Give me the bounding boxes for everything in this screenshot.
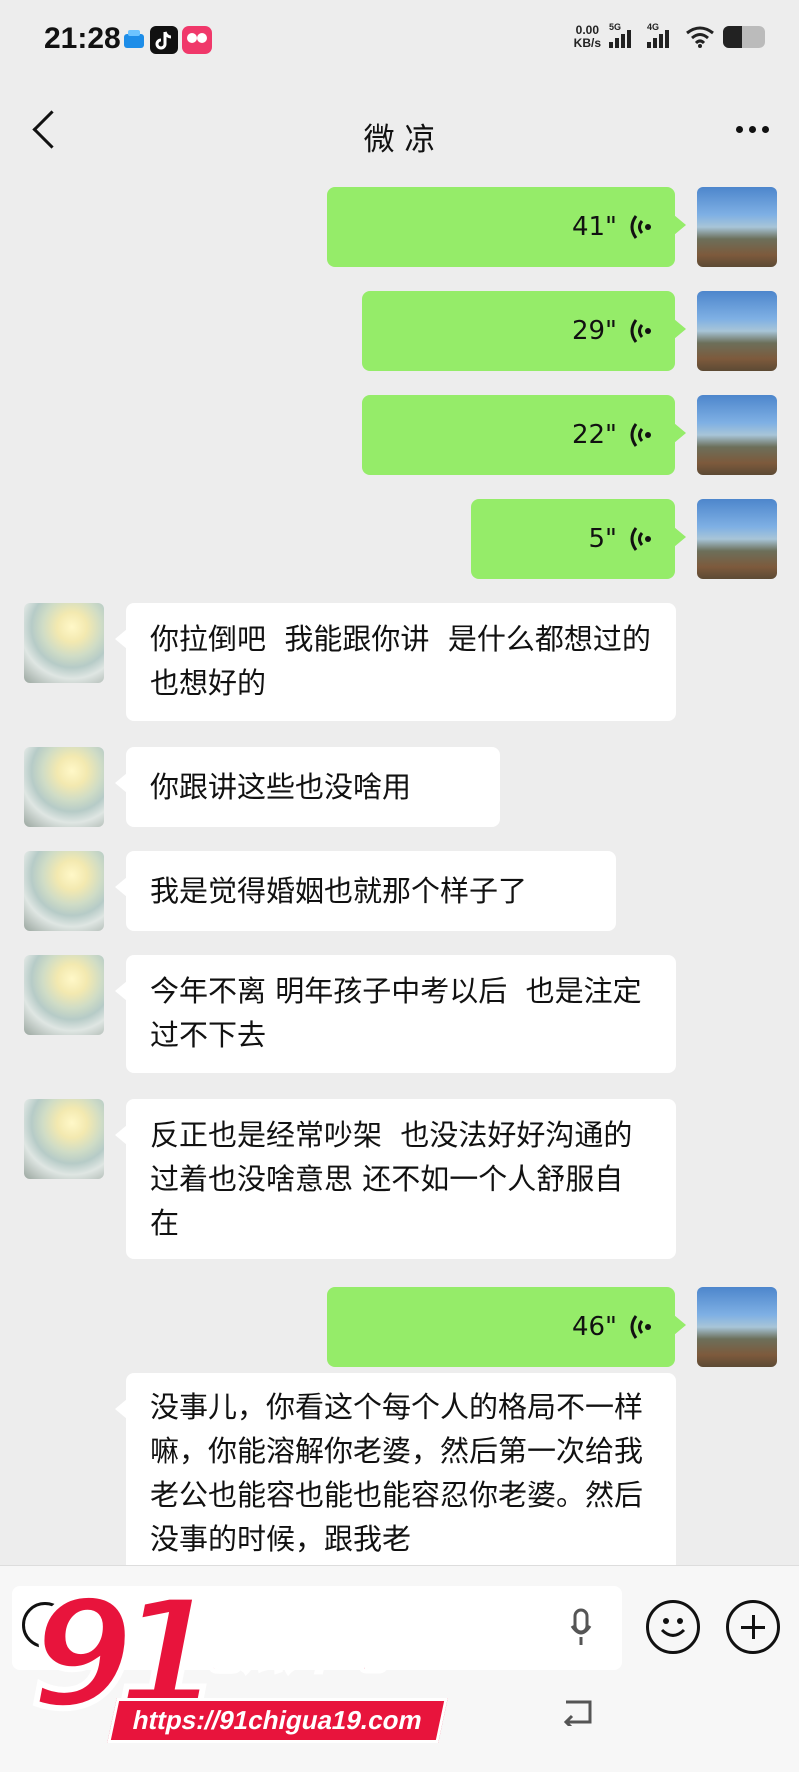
message-text: 你拉倒吧 我能跟你讲 是什么都想过的 也想好的 [150,622,670,700]
voice-bubble[interactable]: 29" [362,291,686,371]
watermark-url: https://91chigua19.com [107,1698,448,1743]
tiktok-icon [150,26,178,54]
voice-duration: 46" [571,1312,617,1342]
net-speed: 0.00 KB/s [573,23,601,50]
message-text: 你跟讲这些也没啥用 [150,770,412,804]
text-bubble[interactable]: 今年不离 明年孩子中考以后 也是注定过不下去 [115,955,676,1073]
voice-duration: 22" [571,420,617,450]
chat-header: 微 凉 [0,90,799,175]
plus-icon[interactable] [726,1600,780,1654]
cloud-app-icon [124,30,144,48]
battery-icon [723,26,765,48]
watermark-text: 吃瓜中心 [188,1620,399,1683]
message-text: 我是觉得婚姻也就那个样子了 [150,874,528,908]
text-bubble[interactable]: 我是觉得婚姻也就那个样子了 [115,851,616,931]
avatar-mine[interactable] [697,187,777,267]
emoji-icon[interactable] [646,1600,700,1654]
signal-5g-icon: 5G [609,22,639,48]
voice-wave-icon [630,1315,651,1339]
status-bar: 21:28 0.00 KB/s 5G 4G [0,0,799,90]
signal-4g-icon: 4G [647,22,677,48]
voice-bubble[interactable]: 22" [362,395,686,475]
avatar-contact[interactable] [24,955,104,1035]
avatar-contact[interactable] [24,851,104,931]
text-bubble[interactable]: 你跟讲这些也没啥用 [115,747,500,827]
watermark-logo: 91 吃瓜中心 https://91chigua19.com [20,1577,448,1760]
voice-duration: 5" [588,524,617,554]
wifi-icon [686,26,714,48]
avatar-mine[interactable] [697,395,777,475]
text-bubble[interactable]: 你拉倒吧 我能跟你讲 是什么都想过的 也想好的 [115,603,676,721]
status-time: 21:28 [44,22,121,55]
avatar-mine[interactable] [697,1287,777,1367]
chat-title: 微 凉 [363,122,436,158]
status-indicators: 0.00 KB/s 5G 4G [573,22,765,50]
voice-wave-icon [630,423,651,447]
voice-bubble[interactable]: 5" [471,499,686,579]
voice-duration: 41" [571,212,617,242]
message-text: 没事儿，你看这个每个人的格局不一样嘛，你能溶解你老婆，然后第一次给我老公也能容也… [150,1390,644,1556]
chat-message-list[interactable]: 41" 29" 22" 5" 你拉倒吧 我能跟你讲 是什么都想过的 也想好的 你… [0,175,799,1565]
voice-bubble[interactable]: 46" [327,1287,686,1367]
voice-wave-icon [630,215,651,239]
more-dots-icon[interactable] [736,126,769,133]
mic-icon[interactable] [570,1608,592,1648]
text-bubble[interactable]: 没事儿，你看这个每个人的格局不一样嘛，你能溶解你老婆，然后第一次给我老公也能容也… [115,1373,676,1565]
avatar-mine[interactable] [697,291,777,371]
message-text: 今年不离 明年孩子中考以后 也是注定过不下去 [150,974,642,1052]
text-bubble[interactable]: 反正也是经常吵架 也没法好好沟通的 过着也没啥意思 还不如一个人舒服自在 [115,1099,676,1259]
voice-wave-icon [630,527,651,551]
game-app-icon [182,26,212,54]
avatar-contact[interactable] [24,603,104,683]
voice-duration: 29" [571,316,617,346]
message-text: 反正也是经常吵架 也没法好好沟通的 过着也没啥意思 还不如一个人舒服自在 [150,1118,642,1240]
nav-back-icon[interactable] [560,1696,596,1726]
voice-wave-icon [630,319,651,343]
avatar-mine[interactable] [697,499,777,579]
voice-bubble[interactable]: 41" [327,187,686,267]
avatar-contact[interactable] [24,1099,104,1179]
avatar-contact[interactable] [24,747,104,827]
